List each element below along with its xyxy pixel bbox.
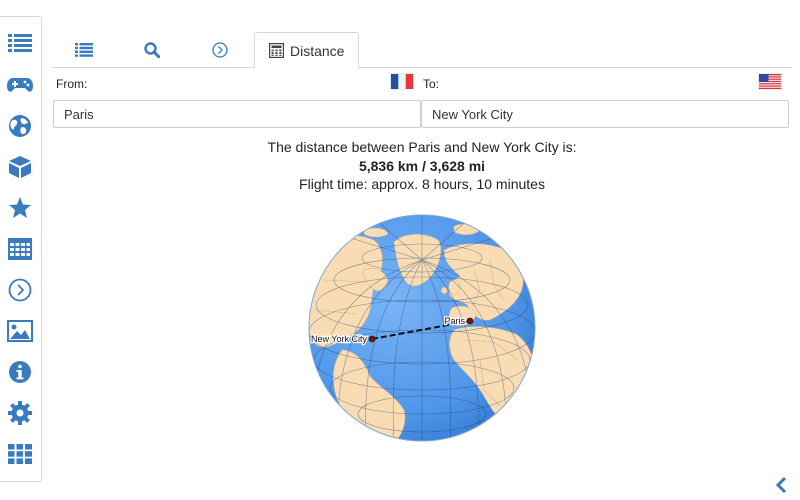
marker-paris[interactable] — [466, 317, 474, 325]
sidebar-item-cube[interactable] — [0, 149, 40, 185]
to-label: To: — [423, 77, 440, 91]
calculator-icon — [269, 43, 284, 58]
label-paris: Paris — [444, 316, 465, 326]
sidebar-item-navigate[interactable] — [0, 272, 40, 308]
from-input[interactable] — [53, 100, 421, 128]
chevron-circle-icon — [212, 42, 228, 58]
sidebar-item-globe[interactable] — [0, 108, 40, 144]
back-button[interactable] — [774, 476, 788, 499]
distance-intro-text: The distance between Paris and New York … — [267, 139, 577, 155]
list-icon — [8, 34, 32, 52]
sidebar-item-favorites[interactable] — [0, 190, 40, 226]
tab-list[interactable] — [66, 32, 102, 68]
chevron-left-icon — [775, 476, 787, 494]
star-icon — [9, 197, 31, 218]
tab-navigate[interactable] — [202, 32, 238, 68]
sidebar-item-calendar[interactable] — [0, 231, 40, 267]
globe-icon — [9, 115, 31, 137]
tab-bar: Distance — [52, 32, 792, 69]
to-input[interactable] — [421, 100, 789, 128]
sidebar-item-info[interactable] — [0, 354, 40, 390]
marker-new-york[interactable] — [368, 335, 376, 343]
globe-map: New York City Paris — [308, 214, 536, 442]
image-icon — [7, 320, 33, 342]
gamepad-icon — [7, 78, 33, 92]
label-new-york: New York City — [311, 334, 368, 344]
sidebar-item-apps[interactable] — [0, 436, 40, 472]
tab-distance[interactable]: Distance — [254, 32, 360, 69]
flag-usa-icon — [759, 74, 781, 89]
sidebar-item-settings[interactable] — [0, 395, 40, 431]
from-label: From: — [56, 77, 88, 91]
sidebar-item-games[interactable] — [0, 67, 40, 103]
grid-icon — [8, 444, 32, 464]
flight-time-text: Flight time: approx. 8 hours, 10 minutes — [299, 176, 545, 192]
sidebar-item-list[interactable] — [0, 25, 40, 61]
gear-icon — [8, 401, 32, 425]
tab-search[interactable] — [134, 32, 170, 68]
info-icon — [9, 361, 31, 383]
flag-france-icon — [391, 74, 413, 89]
cube-icon — [9, 156, 31, 178]
tab-distance-label: Distance — [290, 42, 345, 59]
chevron-circle-icon — [8, 278, 32, 302]
sidebar — [0, 16, 42, 482]
sidebar-item-gallery[interactable] — [0, 313, 40, 349]
calendar-icon — [8, 238, 32, 260]
search-icon — [144, 42, 160, 58]
distance-value-text: 5,836 km / 3,628 mi — [358, 158, 486, 174]
list-icon — [75, 43, 93, 57]
